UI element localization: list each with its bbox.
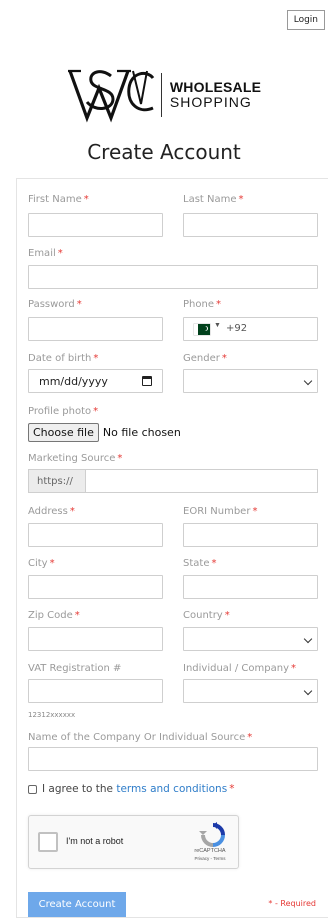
zip-input[interactable] xyxy=(28,627,163,651)
create-account-button[interactable]: Create Account xyxy=(28,892,126,917)
first-name-label: First Name * xyxy=(28,194,89,205)
terms-agreement: I agree to the terms and conditions * xyxy=(28,783,234,795)
marketing-source-input[interactable] xyxy=(86,469,318,493)
logo-divider xyxy=(160,73,162,117)
dob-label: Date of birth * xyxy=(28,353,99,364)
gender-select[interactable] xyxy=(183,369,318,393)
recaptcha-widget: I'm not a robot reCAPTCHA Privacy - Term… xyxy=(28,815,239,869)
logo-wordmark: WHOLESALE SHOPPING xyxy=(170,80,261,109)
phone-dial-code: +92 xyxy=(226,323,248,334)
address-label: Address * xyxy=(28,506,75,517)
recaptcha-label: I'm not a robot xyxy=(66,836,124,846)
state-label: State * xyxy=(183,558,217,569)
terms-text: I agree to the terms and conditions * xyxy=(42,783,235,795)
terms-checkbox[interactable] xyxy=(28,784,37,794)
wsc-monogram-icon xyxy=(67,69,155,123)
logo-line-2: SHOPPING xyxy=(169,94,252,110)
profile-photo-label: Profile photo * xyxy=(28,406,99,417)
dob-input[interactable]: mm/dd/yyyy xyxy=(28,369,163,393)
gender-label: Gender * xyxy=(183,353,227,364)
city-label: City * xyxy=(28,558,55,569)
vat-hint: 12312xxxxxx xyxy=(28,711,76,719)
terms-link[interactable]: terms and conditions xyxy=(116,783,227,795)
vat-label: VAT Registration # xyxy=(28,663,122,674)
email-label: Email * xyxy=(28,248,63,259)
profile-photo-input: Choose file No file chosen xyxy=(28,423,181,442)
vat-input[interactable] xyxy=(28,679,163,703)
recaptcha-logo-icon xyxy=(199,822,225,847)
zip-label: Zip Code * xyxy=(28,610,80,621)
individual-company-label: Individual / Company * xyxy=(183,663,297,674)
required-note: * - Required xyxy=(268,899,316,908)
dob-placeholder: mm/dd/yyyy xyxy=(39,375,108,388)
address-input[interactable] xyxy=(28,523,163,547)
pakistan-flag-icon[interactable] xyxy=(194,324,210,335)
choose-file-button[interactable]: Choose file xyxy=(28,423,99,442)
chevron-down-icon xyxy=(303,634,313,644)
company-name-input[interactable] xyxy=(28,747,318,771)
phone-label: Phone * xyxy=(183,299,221,310)
company-name-label: Name of the Company Or Individual Source… xyxy=(28,732,253,743)
first-name-input[interactable] xyxy=(28,213,163,237)
phone-input[interactable]: ▼ +92 xyxy=(183,317,318,341)
file-status: No file chosen xyxy=(102,426,181,439)
recaptcha-privacy-terms-link[interactable]: Privacy - Terms xyxy=(190,856,230,861)
state-input[interactable] xyxy=(183,575,318,599)
email-input[interactable] xyxy=(28,265,318,289)
recaptcha-checkbox[interactable] xyxy=(38,832,58,852)
country-caret-icon[interactable]: ▼ xyxy=(214,322,221,329)
eori-label: EORI Number * xyxy=(183,506,258,517)
create-account-form: First Name * Last Name * Email * Password * … xyxy=(16,178,328,918)
page-title: Create Account xyxy=(87,140,241,164)
logo-line-1: WHOLESALE xyxy=(169,79,262,96)
chevron-down-icon xyxy=(303,376,313,386)
recaptcha-brand: reCAPTCHA xyxy=(194,848,226,854)
individual-company-select[interactable] xyxy=(183,679,318,703)
city-input[interactable] xyxy=(28,575,163,599)
last-name-input[interactable] xyxy=(183,213,318,237)
country-label: Country * xyxy=(183,610,230,621)
url-prefix: https:// xyxy=(28,469,86,493)
password-label: Password * xyxy=(28,299,82,310)
brand-logo: WHOLESALE SHOPPING xyxy=(0,66,328,124)
password-input[interactable] xyxy=(28,317,163,341)
marketing-source-label: Marketing Source * xyxy=(28,453,123,464)
last-name-label: Last Name * xyxy=(183,194,244,205)
chevron-down-icon xyxy=(303,686,313,696)
calendar-icon[interactable] xyxy=(142,376,152,386)
login-button[interactable]: Login xyxy=(286,10,325,30)
country-select[interactable] xyxy=(183,627,318,651)
eori-input[interactable] xyxy=(183,523,318,547)
